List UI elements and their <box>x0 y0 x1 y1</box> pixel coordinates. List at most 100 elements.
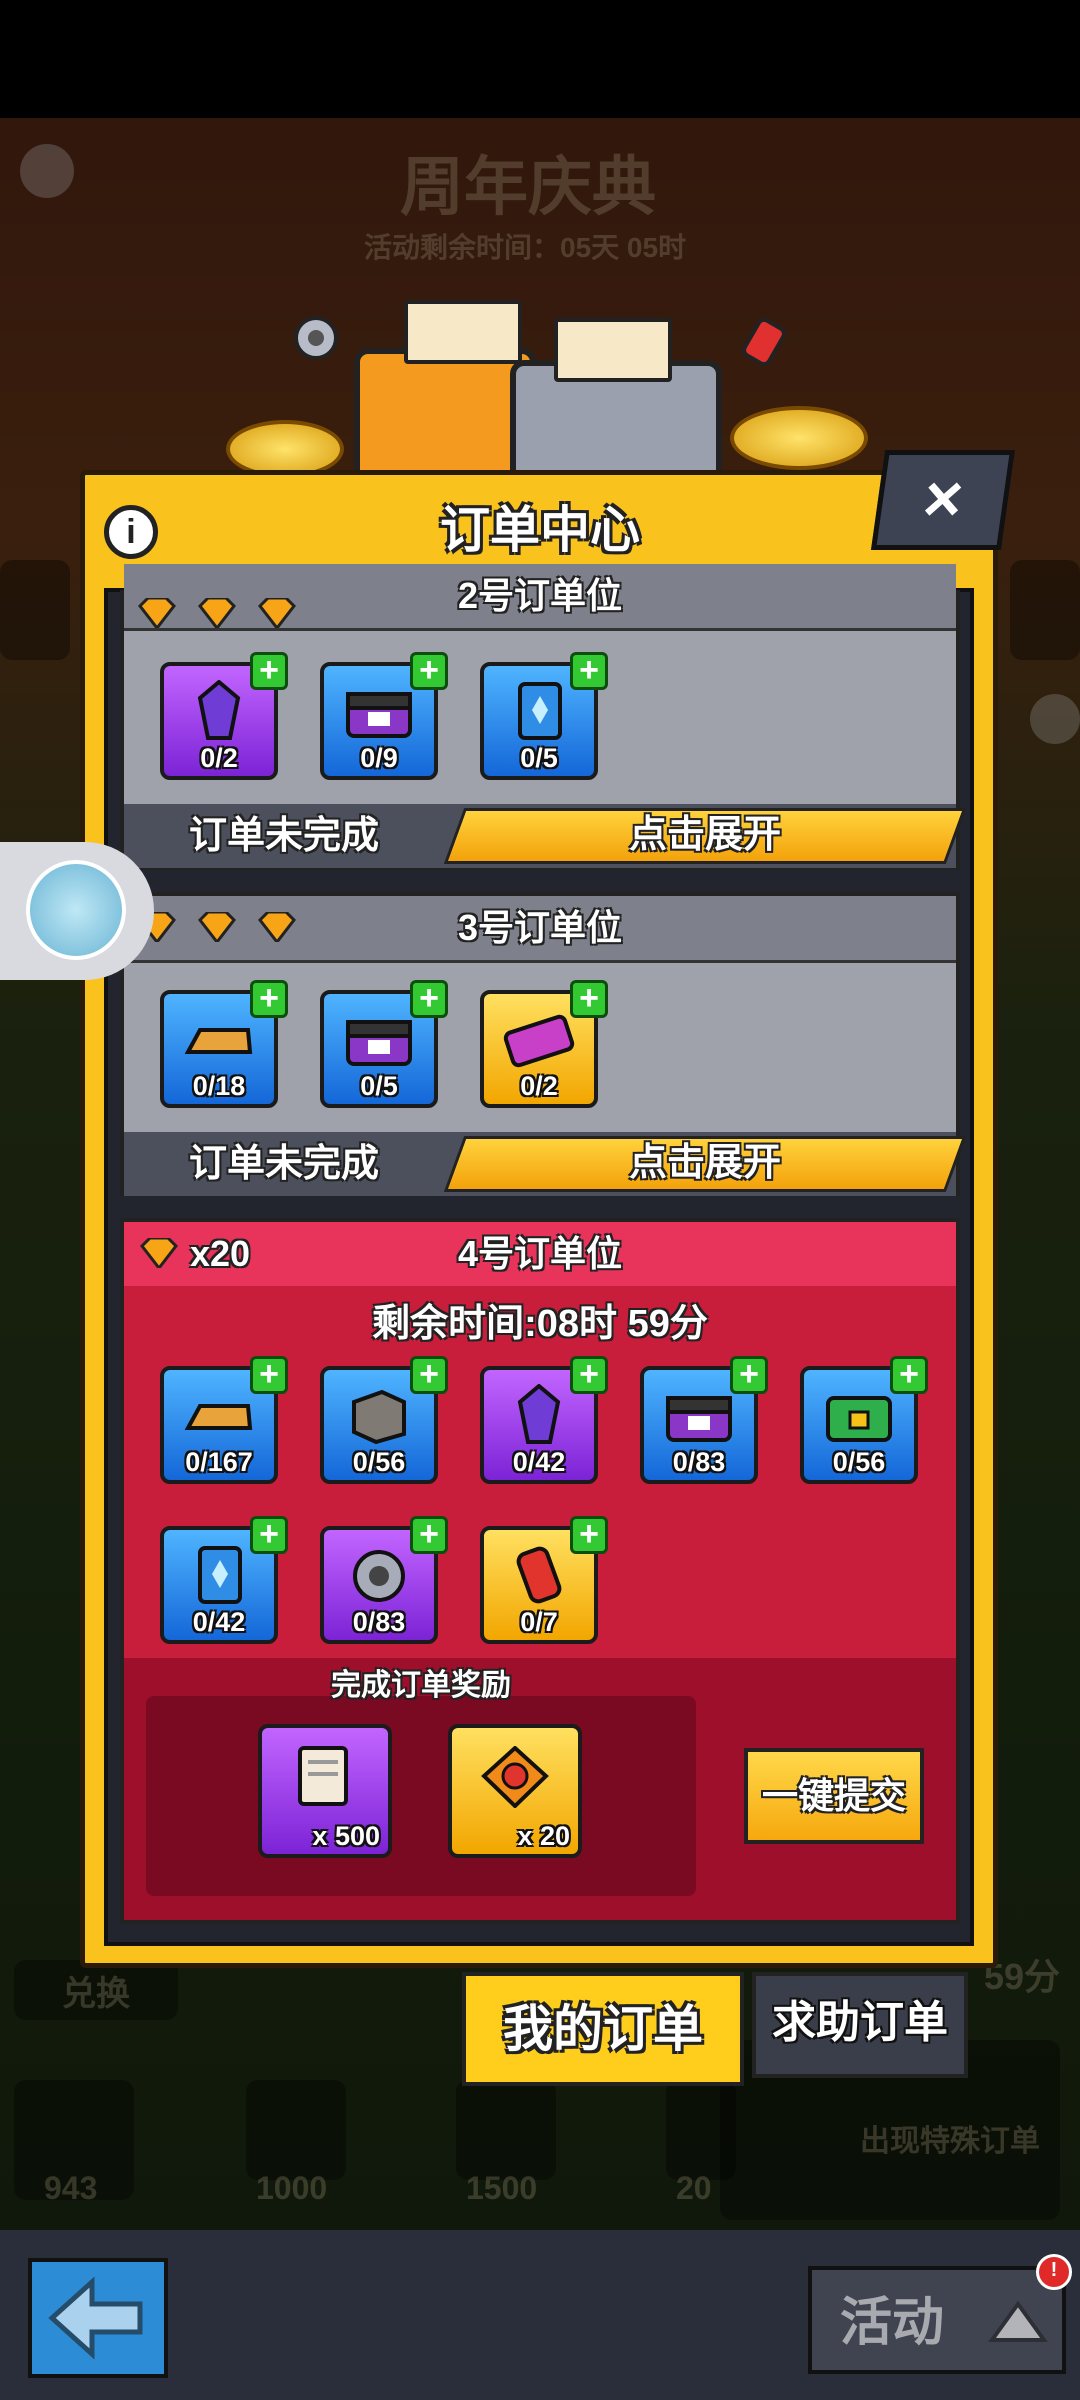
order-card-title: 2号订单位 <box>457 575 623 616</box>
arrow-left-icon <box>48 2276 143 2360</box>
order-item[interactable]: 0/5 + <box>320 980 448 1108</box>
order-item[interactable]: 0/83 + <box>640 1356 768 1484</box>
item-count: 0/83 <box>672 1447 726 1477</box>
reward-box <box>146 1696 696 1896</box>
battery-icon <box>503 1014 575 1068</box>
order-item[interactable]: 0/7 + <box>480 1516 608 1644</box>
submit-all-button[interactable]: 一键提交 <box>744 1748 924 1844</box>
crystal-icon <box>197 680 241 740</box>
reward-item[interactable]: x 500 <box>258 1724 392 1858</box>
item-count: 0/56 <box>832 1447 886 1477</box>
paper-right <box>554 318 672 382</box>
order-item[interactable]: 0/42 + <box>160 1516 288 1644</box>
item-count: 0/42 <box>192 1607 246 1637</box>
coin-pile-right <box>730 406 868 470</box>
order-item[interactable]: 0/9 + <box>320 652 448 780</box>
canister-deco-icon <box>736 314 792 370</box>
panel-title: 订单中心 <box>440 502 640 558</box>
gear-icon <box>353 1550 405 1602</box>
document-icon <box>298 1746 348 1806</box>
add-item-button[interactable]: + <box>410 652 448 690</box>
music-note-icon[interactable] <box>26 860 126 960</box>
green-chest-icon <box>826 1396 892 1442</box>
toolbox-icon <box>346 692 412 738</box>
printer-machine-left <box>354 348 536 490</box>
add-item-button[interactable]: + <box>410 1356 448 1394</box>
item-count: 0/2 <box>520 1071 558 1101</box>
item-count: 0/167 <box>185 1447 253 1477</box>
toolbox-icon <box>666 1396 732 1442</box>
item-count: 0/5 <box>360 1071 398 1101</box>
order-card-3: 3号订单位 0/18 + 0/5 + 0/2 + 订单未完成 点击展开 <box>120 892 967 1196</box>
remaining-time: 剩余时间:08时 59分 <box>372 1303 708 1345</box>
tab-my-orders[interactable]: 我的订单 <box>462 1972 744 2086</box>
gem-icon <box>198 910 236 945</box>
add-item-button[interactable]: + <box>570 652 608 690</box>
add-item-button[interactable]: + <box>250 652 288 690</box>
expand-button-label[interactable]: 点击展开 <box>454 804 956 866</box>
add-item-button[interactable]: + <box>250 980 288 1018</box>
order-card-title: 3号订单位 <box>457 907 623 948</box>
order-card-header: 3号订单位 <box>124 896 956 963</box>
add-item-button[interactable]: + <box>890 1356 928 1394</box>
reward-amount: x 500 <box>312 1821 380 1851</box>
item-count: 0/18 <box>192 1071 246 1101</box>
add-item-button[interactable]: + <box>570 1516 608 1554</box>
order-item[interactable]: 0/18 + <box>160 980 288 1108</box>
order-item[interactable]: 0/2 + <box>160 652 288 780</box>
order-card-header: 2号订单位 <box>124 564 956 631</box>
item-count: 0/5 <box>520 743 558 773</box>
item-count: 0/42 <box>512 1447 566 1477</box>
chevron-up-icon <box>988 2300 1048 2342</box>
item-count: 0/83 <box>352 1607 406 1637</box>
item-count: 0/7 <box>520 1607 558 1637</box>
add-item-button[interactable]: + <box>570 1356 608 1394</box>
add-item-button[interactable]: + <box>410 1516 448 1554</box>
add-item-button[interactable]: + <box>250 1356 288 1394</box>
order-item[interactable]: 0/167 + <box>160 1356 288 1484</box>
reward-amount: x 20 <box>517 1821 570 1851</box>
expand-button-label[interactable]: 点击展开 <box>454 1132 956 1194</box>
order-item[interactable]: 0/56 + <box>800 1356 928 1484</box>
reward-area: 完成订单奖励 x 500 x 20 一键提交 <box>124 1658 956 1920</box>
gem-icon <box>258 596 296 631</box>
item-count: 0/56 <box>352 1447 406 1477</box>
add-item-button[interactable]: + <box>410 980 448 1018</box>
tab-help-orders[interactable]: 求助订单 <box>752 1972 968 2078</box>
add-item-button[interactable]: + <box>570 980 608 1018</box>
order-card-4: x20 4号订单位 剩余时间:08时 59分 0/167 + 0/56 + 0/… <box>120 1218 960 1924</box>
info-button[interactable]: i <box>104 505 158 559</box>
crystal-icon <box>517 1384 561 1444</box>
order-card-title: 4号订单位 <box>457 1233 623 1274</box>
reward-item[interactable]: x 20 <box>448 1724 582 1858</box>
order-card-2: 2号订单位 0/2 + 0/9 + 0/5 + 订单未完成 点击展开 <box>120 564 967 870</box>
gem-icon <box>258 910 296 945</box>
order-item[interactable]: 0/42 + <box>480 1356 608 1484</box>
paper-left <box>404 300 522 364</box>
order-item[interactable]: 0/56 + <box>320 1356 448 1484</box>
order-card-header: x20 4号订单位 <box>124 1222 956 1286</box>
add-item-button[interactable]: + <box>250 1516 288 1554</box>
card-icon <box>198 1546 242 1604</box>
order-status: 订单未完成 <box>188 1143 379 1185</box>
order-item[interactable]: 0/83 + <box>320 1516 448 1644</box>
reward-title: 完成订单奖励 <box>331 1669 511 1702</box>
badge-icon <box>481 1746 549 1808</box>
card-icon <box>518 682 562 740</box>
close-button[interactable]: × <box>870 450 1016 550</box>
order-status: 订单未完成 <box>188 815 379 857</box>
toolbox-icon <box>346 1020 412 1066</box>
stone-block-icon <box>352 1389 406 1445</box>
item-count: 0/9 <box>360 743 398 773</box>
gem-icon <box>198 596 236 631</box>
back-button[interactable] <box>28 2258 168 2378</box>
order-item[interactable]: 0/2 + <box>480 980 608 1108</box>
canister-icon <box>516 1546 562 1604</box>
gold-bar-icon <box>184 1404 253 1430</box>
order-item[interactable]: 0/5 + <box>480 652 608 780</box>
item-count: 0/2 <box>200 743 238 773</box>
notification-badge: ! <box>1036 2254 1072 2290</box>
activity-label: 活动 <box>840 2294 945 2352</box>
gold-bar-icon <box>184 1028 253 1054</box>
add-item-button[interactable]: + <box>730 1356 768 1394</box>
